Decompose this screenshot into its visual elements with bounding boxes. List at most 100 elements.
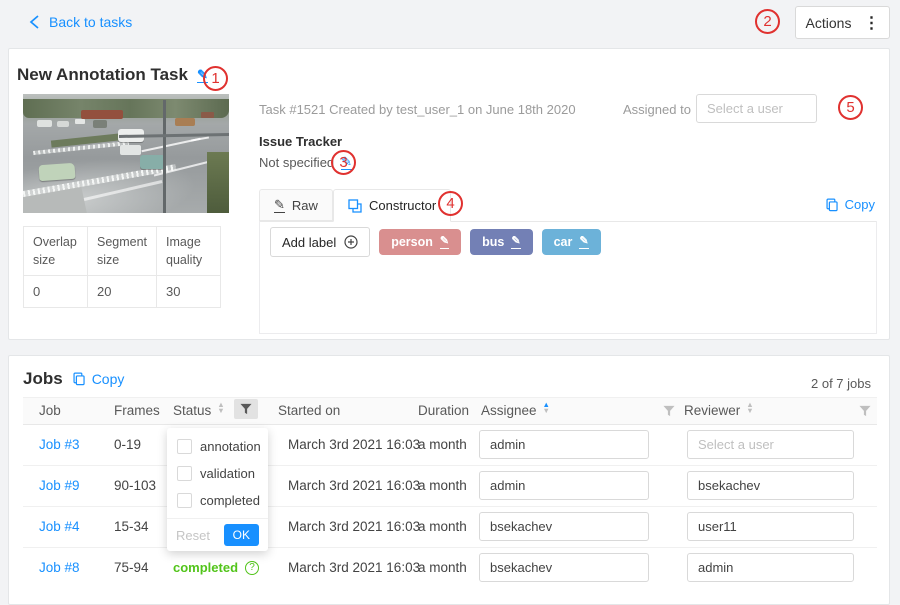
task-detail-page: Back to tasks Actions ⋮ 1 2 3 4 5 New An… (0, 0, 900, 590)
copy-jobs-link[interactable]: Copy (72, 371, 125, 387)
col-assignee[interactable]: Assignee ▲▼ (481, 403, 550, 418)
filter-funnel-icon-assignee[interactable] (663, 405, 675, 417)
thumb-shape (81, 110, 123, 119)
label-chip-car[interactable]: car ✎ (542, 229, 601, 255)
job-status-text: completed (173, 560, 238, 575)
col-started: Started on (278, 403, 340, 418)
assignee-input[interactable] (479, 430, 649, 459)
label-chip-person[interactable]: person ✎ (379, 229, 461, 255)
edit-label-icon[interactable]: ✎ (579, 236, 588, 249)
col-status-label: Status (173, 403, 211, 418)
param-value: 20 (88, 276, 157, 308)
col-duration: Duration (418, 403, 469, 418)
thumb-shape (23, 99, 229, 118)
back-to-tasks-link[interactable]: Back to tasks (28, 14, 132, 30)
copy-labels-link[interactable]: Copy (825, 197, 875, 212)
col-job: Job (39, 403, 61, 418)
edit-label-icon[interactable]: ✎ (440, 236, 449, 249)
back-to-tasks-label: Back to tasks (49, 14, 132, 30)
checkbox-icon[interactable] (177, 493, 192, 508)
filter-footer: Reset OK (167, 518, 268, 551)
assignee-input[interactable] (479, 553, 649, 582)
param-header: Overlap size (24, 227, 88, 276)
copy-icon (825, 198, 839, 212)
filter-option-completed[interactable]: completed (167, 487, 268, 514)
thumb-shape (119, 133, 229, 137)
filter-option-label: annotation (200, 439, 261, 454)
sort-carets-icon[interactable]: ▲▼ (746, 405, 753, 417)
filter-option-label: completed (200, 493, 260, 508)
assignee-input[interactable] (479, 471, 649, 500)
job-row: Job #4 15-34 March 3rd 2021 16:03 a mont… (23, 507, 877, 548)
question-circle-icon[interactable]: ? (245, 561, 259, 575)
checkbox-icon[interactable] (177, 466, 192, 481)
reviewer-input[interactable] (687, 512, 854, 541)
job-link[interactable]: Job #9 (39, 478, 80, 493)
job-started: March 3rd 2021 16:03 (288, 519, 420, 534)
param-value: 0 (24, 276, 88, 308)
col-assignee-label: Assignee (481, 403, 537, 418)
plus-circle-icon (344, 235, 358, 249)
job-frames: 0-19 (114, 437, 141, 452)
checkbox-icon[interactable] (177, 439, 192, 454)
col-status[interactable]: Status ▲▼ (173, 403, 225, 418)
label-constructor: Add label person ✎ bus ✎ car ✎ (259, 221, 877, 334)
job-row: Job #3 0-19 March 3rd 2021 16:03 a month (23, 425, 877, 466)
label-chip-text: person (391, 235, 433, 249)
thumb-shape (207, 152, 229, 213)
job-link[interactable]: Job #8 (39, 560, 80, 575)
labels-flow: Add label person ✎ bus ✎ car ✎ (270, 227, 601, 257)
tab-constructor[interactable]: Constructor (333, 189, 451, 222)
task-assignee-input[interactable] (696, 94, 817, 123)
reviewer-input[interactable] (687, 430, 854, 459)
annotation-circle-1: 1 (203, 66, 228, 91)
filter-funnel-icon-reviewer[interactable] (859, 405, 871, 417)
thumb-shape (120, 145, 141, 155)
sort-carets-icon[interactable]: ▲▼ (217, 405, 224, 417)
job-started: March 3rd 2021 16:03 (288, 478, 420, 493)
annotation-circle-3: 3 (331, 150, 356, 175)
assignee-input[interactable] (479, 512, 649, 541)
reviewer-input[interactable] (687, 553, 854, 582)
tab-raw[interactable]: ✎ Raw (259, 189, 333, 221)
issue-tracker-label: Issue Tracker (259, 134, 342, 149)
job-link[interactable]: Job #4 (39, 519, 80, 534)
thumb-shape (163, 100, 166, 213)
filter-option-validation[interactable]: validation (167, 460, 268, 487)
col-reviewer-label: Reviewer (684, 403, 740, 418)
task-thumbnail (23, 94, 229, 213)
job-duration: a month (418, 478, 467, 493)
filter-option-label: validation (200, 466, 255, 481)
add-label-button[interactable]: Add label (270, 227, 370, 257)
labels-tabs: ✎ Raw Constructor Copy (259, 189, 877, 222)
jobs-card: Jobs Copy 2 of 7 jobs Job Frames Status … (8, 355, 890, 605)
filter-ok-button[interactable]: OK (224, 524, 259, 546)
label-chip-text: car (554, 235, 573, 249)
job-frames: 90-103 (114, 478, 156, 493)
more-icon: ⋮ (863, 13, 879, 33)
task-title-text: New Annotation Task (17, 65, 188, 85)
actions-button[interactable]: Actions ⋮ (795, 6, 890, 39)
status-filter-dropdown: annotation validation completed Reset OK (167, 428, 268, 551)
label-chip-bus[interactable]: bus ✎ (470, 229, 532, 255)
job-row: Job #9 90-103 March 3rd 2021 16:03 a mon… (23, 466, 877, 507)
assigned-to-label: Assigned to (623, 102, 691, 117)
task-title: New Annotation Task ✎ (17, 65, 208, 85)
col-frames: Frames (114, 403, 160, 418)
thumb-shape (201, 112, 214, 118)
job-duration: a month (418, 560, 467, 575)
thumb-shape (93, 120, 107, 128)
job-duration: a month (418, 519, 467, 534)
jobs-table-header: Job Frames Status ▲▼ Started on Duration… (23, 397, 877, 425)
col-reviewer[interactable]: Reviewer ▲▼ (684, 403, 754, 418)
copy-labels-label: Copy (845, 197, 875, 212)
filter-reset-button[interactable]: Reset (176, 528, 210, 543)
job-link[interactable]: Job #3 (39, 437, 80, 452)
copy-icon (72, 372, 86, 386)
reviewer-input[interactable] (687, 471, 854, 500)
filter-option-annotation[interactable]: annotation (167, 433, 268, 460)
edit-label-icon[interactable]: ✎ (511, 236, 520, 249)
filter-funnel-icon-status[interactable] (234, 399, 258, 419)
sort-carets-icon[interactable]: ▲▼ (543, 405, 550, 417)
thumb-shape (38, 163, 75, 181)
